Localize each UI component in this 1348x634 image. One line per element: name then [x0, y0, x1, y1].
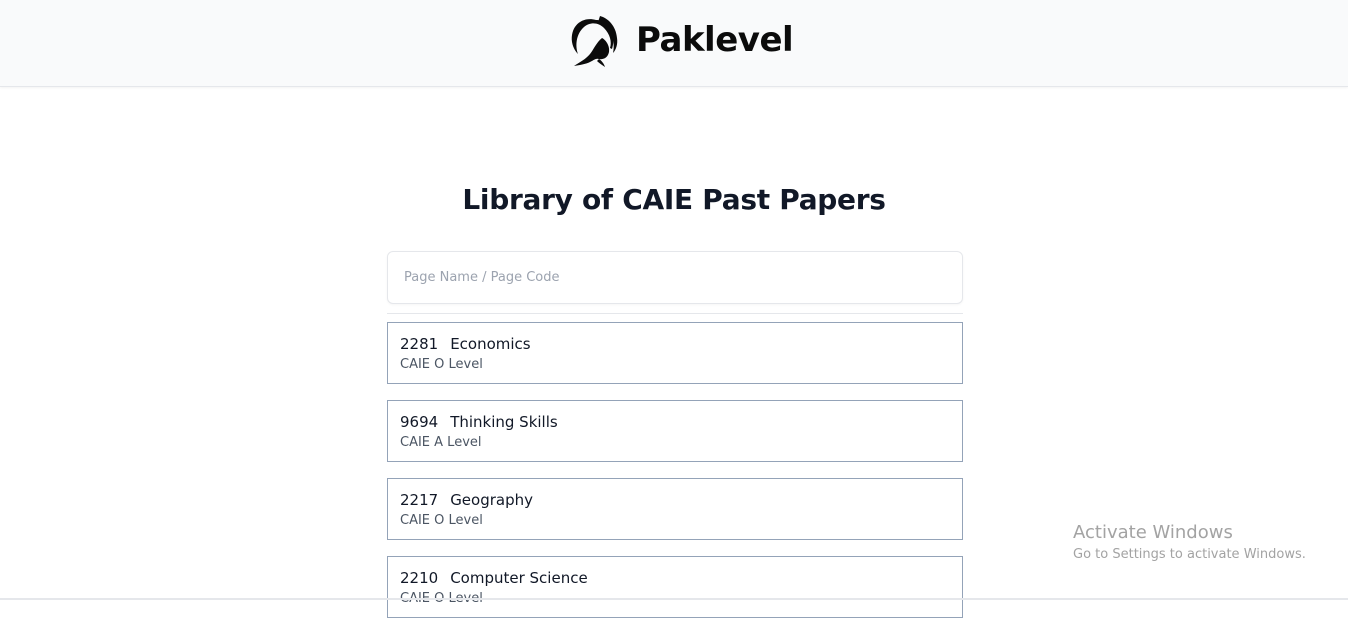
- ibex-logo-icon: [566, 12, 620, 68]
- activate-windows-watermark: Activate Windows Go to Settings to activ…: [1073, 522, 1306, 564]
- brand-name: Paklevel: [636, 20, 794, 60]
- subject-list: 2281 Economics CAIE O Level 9694 Thinking …: [387, 322, 963, 634]
- page-title: Library of CAIE Past Papers: [462, 183, 886, 216]
- subject-code: 9694: [400, 413, 439, 431]
- divider: [387, 313, 963, 314]
- subject-code: 2210: [400, 569, 439, 587]
- subject-name: Economics: [450, 335, 531, 353]
- subject-level: CAIE O Level: [400, 357, 483, 372]
- brand-link[interactable]: Paklevel: [566, 10, 794, 70]
- search-input[interactable]: [387, 251, 963, 304]
- watermark-title: Activate Windows: [1073, 522, 1233, 543]
- subject-name: Geography: [450, 491, 534, 509]
- subject-name: Thinking Skills: [450, 413, 558, 431]
- subject-card-computer-science[interactable]: 2210 Computer Science CAIE O Level: [387, 556, 963, 618]
- site-header: Paklevel: [0, 0, 1348, 87]
- subject-card-geography[interactable]: 2217 Geography CAIE O Level: [387, 478, 963, 540]
- subject-code: 2217: [400, 491, 439, 509]
- subject-card-economics[interactable]: 2281 Economics CAIE O Level: [387, 322, 963, 384]
- subject-card-thinking-skills[interactable]: 9694 Thinking Skills CAIE A Level: [387, 400, 963, 462]
- subject-code: 2281: [400, 335, 439, 353]
- subject-name: Computer Science: [450, 569, 588, 587]
- subject-level: CAIE A Level: [400, 435, 482, 450]
- watermark-subtitle: Go to Settings to activate Windows.: [1073, 547, 1306, 562]
- subject-level: CAIE O Level: [400, 513, 483, 528]
